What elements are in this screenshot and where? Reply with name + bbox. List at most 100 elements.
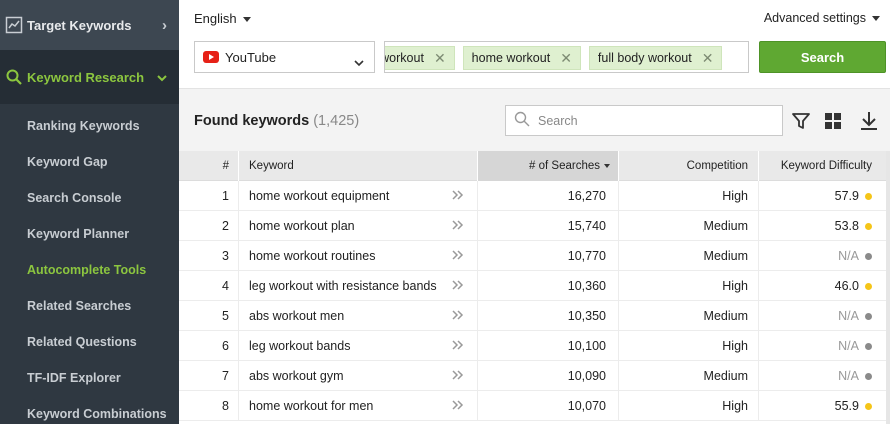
keyword-tag-label: home workout — [471, 51, 551, 65]
difficulty-value: 57.9 — [834, 189, 859, 203]
advanced-settings-toggle[interactable]: Advanced settings — [764, 11, 880, 25]
difficulty-status-dot — [865, 252, 872, 260]
keyword-cell: home workout routines — [239, 241, 478, 271]
search-icon — [4, 67, 24, 87]
keyword-text: leg workout with resistance bands — [249, 279, 437, 293]
sidebar-item-target-keywords[interactable]: Target Keywords › — [0, 0, 179, 50]
table-row[interactable]: 1 home workout equipment 16,270 High 57.9 — [179, 181, 890, 211]
double-chevron-right-icon[interactable] — [451, 339, 465, 351]
double-chevron-right-icon[interactable] — [451, 189, 465, 201]
table-row[interactable]: 5 abs workout men 10,350 Medium N/A — [179, 301, 890, 331]
competition-cell: High — [619, 181, 759, 211]
competition-cell: Medium — [619, 361, 759, 391]
sort-desc-icon — [604, 164, 610, 168]
remove-tag-icon[interactable]: ✕ — [434, 50, 446, 67]
competition-cell: Medium — [619, 241, 759, 271]
sidebar-item-keyword-gap[interactable]: Keyword Gap — [0, 144, 179, 180]
remove-tag-icon[interactable]: ✕ — [702, 50, 714, 67]
sidebar-section-keyword-research[interactable]: Keyword Research — [0, 50, 179, 104]
grid-view-icon[interactable] — [823, 111, 843, 131]
row-number: 3 — [179, 241, 239, 271]
keyword-text: home workout plan — [249, 219, 355, 233]
download-icon[interactable] — [859, 111, 879, 131]
double-chevron-right-icon[interactable] — [451, 399, 465, 411]
sidebar-item-related-searches[interactable]: Related Searches — [0, 288, 179, 324]
search-button[interactable]: Search — [759, 41, 886, 73]
column-header-searches-label: # of Searches — [529, 160, 600, 172]
sidebar-item-keyword-planner[interactable]: Keyword Planner — [0, 216, 179, 252]
double-chevron-right-icon[interactable] — [451, 279, 465, 291]
row-number: 8 — [179, 391, 239, 421]
searches-cell: 15,740 — [478, 211, 619, 241]
difficulty-status-dot — [865, 192, 872, 200]
double-chevron-right-icon[interactable] — [451, 369, 465, 381]
table-row[interactable]: 6 leg workout bands 10,100 High N/A — [179, 331, 890, 361]
table-row[interactable]: 8 home workout for men 10,070 High 55.9 — [179, 391, 890, 421]
difficulty-cell: N/A — [759, 301, 887, 331]
chevron-down-icon — [157, 70, 167, 85]
column-header-searches[interactable]: # of Searches — [478, 151, 619, 181]
sidebar-item-search-console[interactable]: Search Console — [0, 180, 179, 216]
difficulty-cell: 53.8 — [759, 211, 887, 241]
sidebar-items: Ranking Keywords Keyword Gap Search Consol… — [0, 104, 179, 424]
difficulty-value: N/A — [838, 249, 859, 263]
double-chevron-right-icon[interactable] — [451, 249, 465, 261]
competition-cell: High — [619, 391, 759, 421]
keyword-search-input[interactable] — [538, 113, 758, 128]
difficulty-status-dot — [865, 222, 872, 230]
sidebar-item-keyword-combinations[interactable]: Keyword Combinations — [0, 396, 179, 424]
column-header-difficulty[interactable]: Keyword Difficulty — [759, 151, 887, 181]
keyword-text: home workout routines — [249, 249, 376, 263]
column-header-competition[interactable]: Competition — [619, 151, 759, 181]
row-number: 1 — [179, 181, 239, 211]
sidebar-item-related-questions[interactable]: Related Questions — [0, 324, 179, 360]
double-chevron-right-icon[interactable] — [451, 219, 465, 231]
column-header-number[interactable]: # — [179, 151, 239, 181]
difficulty-status-dot — [865, 342, 872, 350]
sidebar: Target Keywords › Keyword Research Ranki… — [0, 0, 179, 424]
difficulty-cell: 55.9 — [759, 391, 887, 421]
searches-cell: 10,090 — [478, 361, 619, 391]
keyword-cell: abs workout men — [239, 301, 478, 331]
searches-cell: 10,360 — [478, 271, 619, 301]
sidebar-item-tf-idf-explorer[interactable]: TF-IDF Explorer — [0, 360, 179, 396]
row-number: 7 — [179, 361, 239, 391]
table-row[interactable]: 7 abs workout gym 10,090 Medium N/A — [179, 361, 890, 391]
difficulty-cell: N/A — [759, 241, 887, 271]
keyword-cell: leg workout bands — [239, 331, 478, 361]
source-select[interactable]: YouTube — [194, 41, 375, 73]
sidebar-item-ranking-keywords[interactable]: Ranking Keywords — [0, 108, 179, 144]
found-title-text: Found keywords — [194, 113, 310, 129]
advanced-settings-label: Advanced settings — [763, 11, 866, 25]
difficulty-status-dot — [865, 282, 872, 290]
searches-cell: 10,770 — [478, 241, 619, 271]
searches-cell: 10,350 — [478, 301, 619, 331]
sidebar-item-autocomplete-tools[interactable]: Autocomplete Tools — [0, 252, 179, 288]
double-chevron-right-icon[interactable] — [451, 309, 465, 321]
row-number: 2 — [179, 211, 239, 241]
difficulty-status-dot — [865, 402, 872, 410]
filter-icon[interactable] — [791, 111, 811, 131]
difficulty-value: 53.8 — [834, 219, 859, 233]
difficulty-status-dot — [865, 372, 872, 380]
sidebar-item-label: Target Keywords — [27, 17, 132, 33]
competition-cell: Medium — [619, 301, 759, 331]
keyword-tag-label: leg workout — [384, 51, 424, 65]
table-row[interactable]: 2 home workout plan 15,740 Medium 53.8 — [179, 211, 890, 241]
keyword-tag: home workout ✕ — [462, 46, 581, 70]
keyword-tags-input[interactable]: leg workout✕home workout✕full body worko… — [384, 41, 749, 73]
searches-cell: 10,100 — [478, 331, 619, 361]
table-row[interactable]: 4 leg workout with resistance bands 10,360… — [179, 271, 890, 301]
keyword-cell: leg workout with resistance bands — [239, 271, 478, 301]
language-selector[interactable]: English — [194, 11, 251, 26]
table-scrollbar[interactable] — [886, 151, 890, 424]
keyword-cell: home workout for men — [239, 391, 478, 421]
column-header-keyword[interactable]: Keyword — [239, 151, 478, 181]
sidebar-section-label: Keyword Research — [27, 69, 145, 85]
remove-tag-icon[interactable]: ✕ — [560, 50, 572, 67]
tag-list: leg workout✕home workout✕full body worko… — [384, 46, 730, 70]
search-icon — [514, 111, 530, 130]
table-row[interactable]: 3 home workout routines 10,770 Medium N/A — [179, 241, 890, 271]
keyword-text: home workout equipment — [249, 189, 390, 203]
row-number: 5 — [179, 301, 239, 331]
